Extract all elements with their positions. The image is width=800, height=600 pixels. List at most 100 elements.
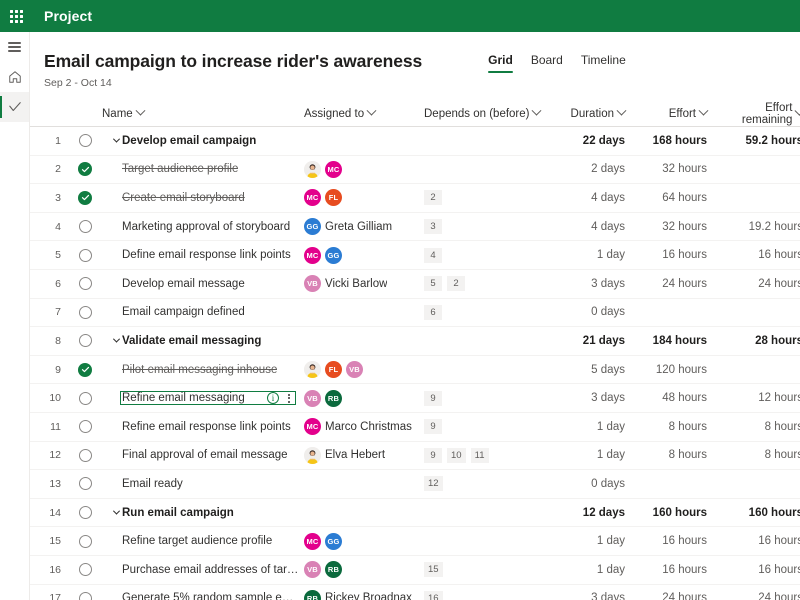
table-row[interactable]: 9 Pilot email messaging inhouse FL VB 5 days… <box>30 356 800 385</box>
effort-remaining-cell[interactable]: 19.2 hours <box>717 221 800 233</box>
effort-remaining-cell[interactable]: 59.2 hours <box>717 135 800 147</box>
duration-cell[interactable]: 1 day <box>550 564 635 576</box>
effort-cell[interactable]: 184 hours <box>635 335 717 347</box>
assigned-to-cell[interactable]: MC GG <box>300 246 420 264</box>
effort-remaining-cell[interactable]: 24 hours <box>717 278 800 290</box>
name-cell[interactable]: Define email response link points <box>100 249 300 261</box>
row-status[interactable] <box>70 534 100 548</box>
table-row[interactable]: 12 Final approval of email message Elva He… <box>30 442 800 471</box>
depends-on-cell[interactable]: 16 <box>420 590 550 600</box>
assigned-to-cell[interactable]: VB RB <box>300 389 420 407</box>
dependency-chip[interactable]: 5 <box>424 276 442 292</box>
avatar[interactable]: MC <box>304 532 321 550</box>
tab-timeline[interactable]: Timeline <box>581 53 626 73</box>
avatar[interactable]: VB <box>304 561 321 579</box>
avatar[interactable]: GG <box>325 532 342 550</box>
row-expander-icon[interactable] <box>110 135 122 143</box>
assigned-to-cell[interactable]: MC GG <box>300 532 420 550</box>
duration-cell[interactable]: 2 days <box>550 163 635 175</box>
info-circle-icon[interactable]: i <box>267 392 279 405</box>
avatar[interactable]: VB <box>304 275 321 293</box>
duration-cell[interactable]: 1 day <box>550 421 635 433</box>
task-status-circle[interactable] <box>78 534 92 548</box>
duration-cell[interactable]: 12 days <box>550 507 635 519</box>
table-row[interactable]: 14 Run email campaign 12 days 160 hours 160 … <box>30 499 800 528</box>
duration-cell[interactable]: 22 days <box>550 135 635 147</box>
table-row[interactable]: 17 Generate 5% random sample emai... RB Ric… <box>30 585 800 600</box>
header-name[interactable]: Name <box>100 105 300 120</box>
task-status-circle[interactable] <box>78 563 92 577</box>
table-row[interactable]: 5 Define email response link points MC GG 4 1… <box>30 241 800 270</box>
depends-on-cell[interactable]: 9 10 11 <box>420 447 550 463</box>
row-status[interactable] <box>70 391 100 405</box>
row-status[interactable] <box>70 190 100 205</box>
assigned-to-cell[interactable]: Elva Hebert <box>300 446 420 464</box>
effort-remaining-cell[interactable]: 28 hours <box>717 335 800 347</box>
assigned-to-cell[interactable]: MC Marco Christmas <box>300 418 420 436</box>
depends-on-cell[interactable]: 9 <box>420 390 550 406</box>
duration-cell[interactable]: 21 days <box>550 335 635 347</box>
dependency-chip[interactable]: 15 <box>424 562 443 578</box>
effort-cell[interactable]: 16 hours <box>635 564 717 576</box>
avatar[interactable] <box>304 446 321 464</box>
table-row[interactable]: 10 Refine email messaging i VB RB 9 3 days 48 h… <box>30 384 800 413</box>
avatar[interactable]: MC <box>304 246 321 264</box>
name-cell[interactable]: Develop email campaign <box>100 135 300 147</box>
name-cell[interactable]: Refine target audience profile <box>100 535 300 547</box>
dependency-chip[interactable]: 2 <box>424 190 442 206</box>
avatar[interactable]: FL <box>325 189 342 207</box>
duration-cell[interactable]: 1 day <box>550 535 635 547</box>
name-cell[interactable]: Email campaign defined <box>100 306 300 318</box>
assigned-to-cell[interactable]: GG Greta Gilliam <box>300 218 420 236</box>
table-row[interactable]: 15 Refine target audience profile MC GG 1 da… <box>30 527 800 556</box>
name-cell[interactable]: Create email storyboard <box>100 192 300 204</box>
avatar[interactable] <box>304 160 321 178</box>
row-status[interactable] <box>70 563 100 577</box>
row-status[interactable] <box>70 305 100 319</box>
assigned-to-cell[interactable]: MC FL <box>300 189 420 207</box>
table-row[interactable]: 16 Purchase email addresses of targe... VB… <box>30 556 800 585</box>
name-cell[interactable]: Target audience profile <box>100 163 300 175</box>
header-effort-remaining[interactable]: Effort remaining <box>717 102 800 126</box>
task-complete-icon[interactable] <box>78 362 92 377</box>
dependency-chip[interactable]: 2 <box>447 276 465 292</box>
depends-on-cell[interactable]: 2 <box>420 190 550 206</box>
row-status[interactable] <box>70 248 100 262</box>
name-cell[interactable]: Run email campaign <box>100 507 300 519</box>
avatar[interactable]: MC <box>304 189 321 207</box>
assigned-to-cell[interactable]: MC <box>300 160 420 178</box>
effort-cell[interactable]: 8 hours <box>635 449 717 461</box>
task-status-circle[interactable] <box>78 248 92 262</box>
task-status-circle[interactable] <box>78 134 92 148</box>
depends-on-cell[interactable]: 15 <box>420 562 550 578</box>
task-complete-icon[interactable] <box>78 190 92 205</box>
table-row[interactable]: 3 Create email storyboard MC FL 2 4 days 64 ho… <box>30 184 800 213</box>
task-status-circle[interactable] <box>78 391 92 405</box>
header-effort[interactable]: Effort <box>635 105 717 120</box>
assigned-to-cell[interactable]: VB RB <box>300 561 420 579</box>
depends-on-cell[interactable]: 12 <box>420 476 550 492</box>
name-cell[interactable]: Purchase email addresses of targe... <box>100 564 300 576</box>
header-assigned-to[interactable]: Assigned to <box>300 105 420 120</box>
avatar[interactable]: RB <box>325 561 342 579</box>
table-row[interactable]: 11 Refine email response link points MC Mar… <box>30 413 800 442</box>
duration-cell[interactable]: 0 days <box>550 306 635 318</box>
effort-remaining-cell[interactable]: 8 hours <box>717 449 800 461</box>
effort-cell[interactable]: 16 hours <box>635 249 717 261</box>
row-status[interactable] <box>70 506 100 520</box>
effort-cell[interactable]: 48 hours <box>635 392 717 404</box>
avatar[interactable]: GG <box>325 246 342 264</box>
effort-remaining-cell[interactable]: 12 hours <box>717 392 800 404</box>
effort-remaining-cell[interactable]: 16 hours <box>717 535 800 547</box>
duration-cell[interactable]: 5 days <box>550 364 635 376</box>
duration-cell[interactable]: 0 days <box>550 478 635 490</box>
name-cell[interactable]: Refine email response link points <box>100 421 300 433</box>
task-status-circle[interactable] <box>78 277 92 291</box>
table-row[interactable]: 4 Marketing approval of storyboard GG Greta… <box>30 213 800 242</box>
effort-cell[interactable]: 24 hours <box>635 592 717 600</box>
effort-remaining-cell[interactable]: 16 hours <box>717 564 800 576</box>
table-row[interactable]: 2 Target audience profile MC 2 days 32 hours <box>30 156 800 185</box>
effort-remaining-cell[interactable]: 8 hours <box>717 421 800 433</box>
dependency-chip[interactable]: 16 <box>424 590 443 600</box>
dependency-chip[interactable]: 9 <box>424 447 442 463</box>
